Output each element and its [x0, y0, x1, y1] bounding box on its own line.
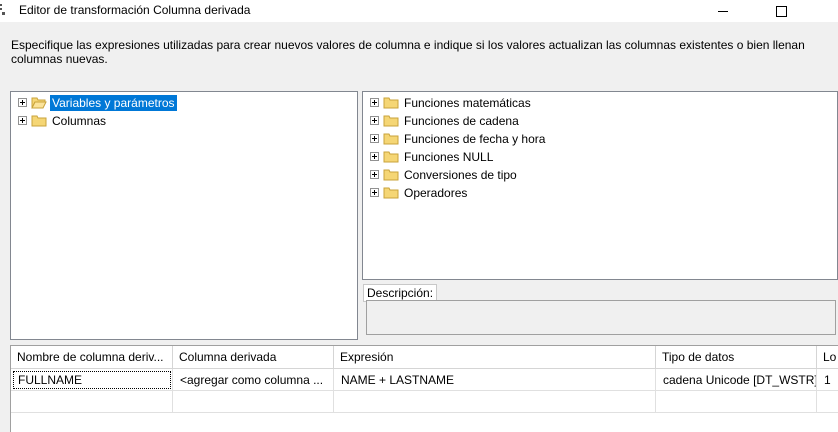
folder-open-icon	[31, 97, 47, 109]
column-header-datatype[interactable]: Tipo de datos	[656, 346, 817, 369]
description-box	[366, 300, 836, 335]
expand-icon[interactable]	[370, 98, 379, 107]
tree-item-label: Funciones de cadena	[404, 113, 519, 128]
column-header-name[interactable]: Nombre de columna deriv...	[11, 346, 173, 369]
tree-item-operators[interactable]: Operadores	[370, 184, 469, 201]
expand-icon[interactable]	[370, 170, 379, 179]
tree-item-label: Funciones matemáticas	[404, 95, 531, 110]
folder-icon	[383, 133, 399, 145]
cell-data-type[interactable]: cadena Unicode [DT_WSTR]	[656, 369, 817, 391]
expand-icon[interactable]	[18, 98, 27, 107]
tree-item-label: Columnas	[52, 113, 107, 128]
tree-item-label: Funciones de fecha y hora	[404, 131, 546, 146]
tree-item-math-functions[interactable]: Funciones matemáticas	[370, 94, 533, 111]
new-row-cell[interactable]	[173, 391, 334, 413]
folder-icon	[383, 151, 399, 163]
tree-item-label: Variables y parámetros	[50, 94, 177, 111]
tree-item-null-functions[interactable]: Funciones NULL	[370, 148, 495, 165]
cell-derived-column[interactable]: <agregar como columna ...	[173, 369, 334, 391]
new-row-cell[interactable]	[817, 391, 838, 413]
tree-item-variables[interactable]: Variables y parámetros	[18, 94, 177, 111]
new-row-cell[interactable]	[334, 391, 656, 413]
derived-columns-grid[interactable]: Nombre de columna deriv... Columna deriv…	[10, 345, 838, 432]
maximize-button[interactable]	[758, 0, 804, 22]
tree-item-label: Funciones NULL	[404, 149, 494, 164]
expand-icon[interactable]	[370, 134, 379, 143]
folder-icon	[31, 115, 47, 127]
tree-item-columns[interactable]: Columnas	[18, 112, 108, 129]
cell-expression[interactable]: NAME + LASTNAME	[334, 369, 656, 391]
expand-icon[interactable]	[370, 116, 379, 125]
minimize-icon	[718, 10, 728, 12]
column-header-length[interactable]: Lo	[817, 346, 838, 369]
variables-columns-tree[interactable]: Variables y parámetros Columnas	[10, 91, 358, 340]
title-bar: Editor de transformación Columna derivad…	[0, 0, 838, 22]
new-row-cell[interactable]	[656, 391, 817, 413]
folder-icon	[383, 187, 399, 199]
expand-icon[interactable]	[370, 152, 379, 161]
expand-icon[interactable]	[18, 116, 27, 125]
tree-item-label: Operadores	[404, 185, 468, 200]
functions-tree[interactable]: Funciones matemáticas Funciones de caden…	[362, 91, 838, 280]
folder-icon	[383, 169, 399, 181]
maximize-icon	[775, 5, 787, 17]
tree-item-type-casts[interactable]: Conversiones de tipo	[370, 166, 519, 183]
window-title: Editor de transformación Columna derivad…	[19, 3, 251, 17]
app-icon	[0, 4, 5, 15]
tree-item-label: Conversiones de tipo	[404, 167, 517, 182]
folder-icon	[383, 115, 399, 127]
column-header-expression[interactable]: Expresión	[334, 346, 656, 369]
tree-item-date-functions[interactable]: Funciones de fecha y hora	[370, 130, 547, 147]
instructions-text: Especifique las expresiones utilizadas p…	[11, 38, 805, 66]
column-header-derived[interactable]: Columna derivada	[173, 346, 334, 369]
minimize-button[interactable]	[700, 0, 746, 22]
cell-length[interactable]: 1	[817, 369, 838, 391]
tree-item-string-functions[interactable]: Funciones de cadena	[370, 112, 521, 129]
folder-icon	[383, 97, 399, 109]
new-row-cell[interactable]	[11, 391, 173, 413]
expand-icon[interactable]	[370, 188, 379, 197]
cell-column-name[interactable]: FULLNAME	[11, 369, 173, 391]
